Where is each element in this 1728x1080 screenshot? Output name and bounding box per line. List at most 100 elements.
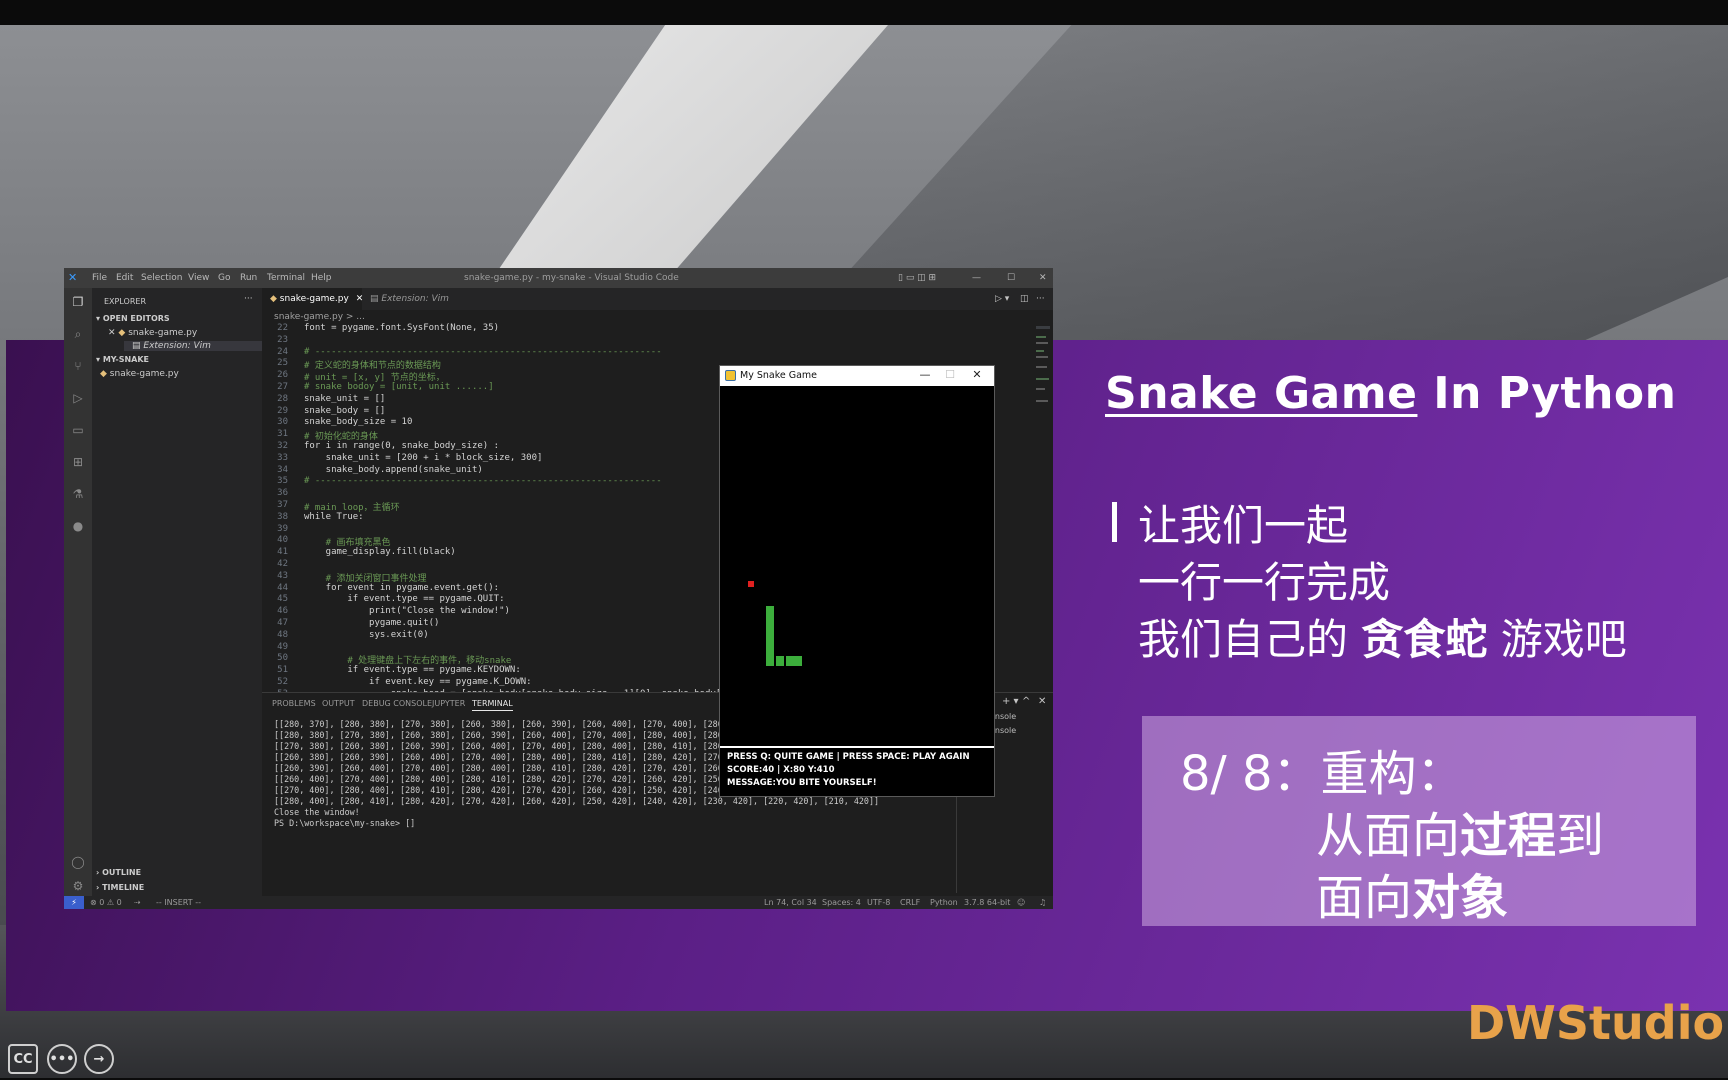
remote-explorer-icon[interactable]: ▭: [70, 422, 86, 438]
menu-help[interactable]: Help: [311, 273, 332, 283]
document-icon: ▤: [370, 294, 379, 304]
files-icon[interactable]: ❐: [70, 294, 86, 310]
snake-segment: [766, 636, 774, 646]
folder-label: MY-SNAKE: [102, 355, 150, 364]
tab-snake-game[interactable]: ◆ snake-game.py ✕: [262, 288, 363, 310]
code-line[interactable]: sys.exit(0): [304, 630, 429, 640]
next-video-button[interactable]: →: [84, 1044, 114, 1074]
code-line[interactable]: # snake bodoy = [unit, unit ......]: [304, 382, 494, 392]
live-share-icon[interactable]: ⇢: [134, 898, 141, 907]
cursor-position-status[interactable]: Ln 74, Col 34: [764, 898, 817, 907]
editor-tabs: ◆ snake-game.py ✕ ▤ Extension: Vim ▷ ▾ ◫…: [262, 288, 1053, 310]
code-line[interactable]: if event.type == pygame.QUIT:: [304, 594, 504, 604]
tab-terminal[interactable]: TERMINAL: [472, 699, 513, 711]
line-number: 42: [277, 559, 288, 569]
menu-selection[interactable]: Selection: [141, 273, 182, 283]
line-number: 31: [277, 429, 288, 440]
minimize-icon[interactable]: —: [972, 273, 981, 283]
code-line[interactable]: # --------------------------------------…: [304, 347, 662, 357]
timeline-section[interactable]: › TIMELINE: [96, 883, 144, 892]
panel-line-3a: 面向: [1316, 870, 1413, 926]
code-line[interactable]: snake_unit = [200 + i * block_size, 300]: [304, 453, 543, 463]
tab-debug-console[interactable]: DEBUG CONSOLE: [362, 699, 432, 708]
menu-file[interactable]: File: [92, 273, 107, 283]
line-number: 26: [277, 370, 288, 381]
close-panel-icon[interactable]: ✕: [1038, 696, 1046, 707]
outline-section[interactable]: › OUTLINE: [96, 868, 141, 877]
feedback-icon[interactable]: ☺: [1017, 898, 1025, 907]
line-number: 38: [277, 511, 288, 522]
settings-gear-icon[interactable]: ⚙: [70, 878, 86, 894]
code-line[interactable]: if event.type == pygame.KEYDOWN:: [304, 665, 520, 675]
line-number: 49: [277, 641, 288, 652]
search-icon[interactable]: ⌕: [70, 326, 86, 342]
game-canvas[interactable]: [720, 386, 994, 738]
slide-title-rest: In Python: [1417, 368, 1677, 419]
folder-file-item[interactable]: ◆ snake-game.py: [100, 369, 179, 379]
menu-edit[interactable]: Edit: [116, 273, 133, 283]
tab-problems[interactable]: PROBLEMS: [272, 699, 316, 708]
code-line[interactable]: # --------------------------------------…: [304, 476, 662, 486]
folder-header[interactable]: ▾ MY-SNAKE: [96, 355, 149, 364]
browser-icon[interactable]: ●: [70, 518, 86, 534]
code-line[interactable]: if event.key == pygame.K_DOWN:: [304, 677, 532, 687]
close-icon[interactable]: ✕: [1039, 273, 1047, 283]
game-minimize-icon[interactable]: —: [916, 368, 934, 381]
testing-icon[interactable]: ⚗: [70, 486, 86, 502]
layout-toggle-icon[interactable]: ▯ ▭ ◫ ⊞: [898, 273, 936, 283]
extensions-icon[interactable]: ⊞: [70, 454, 86, 470]
menu-terminal[interactable]: Terminal: [267, 273, 305, 283]
open-editor-item-2[interactable]: ▤ Extension: Vim: [124, 341, 262, 351]
breadcrumb[interactable]: snake-game.py > ...: [274, 312, 365, 322]
open-editors-header[interactable]: ▾ OPEN EDITORS: [96, 314, 170, 323]
vim-mode-status: -- INSERT --: [156, 898, 201, 907]
closed-captions-button[interactable]: CC: [8, 1044, 38, 1074]
editor-more-icon[interactable]: ···: [1028, 288, 1053, 310]
code-line[interactable]: while True:: [304, 512, 364, 522]
game-close-icon[interactable]: ✕: [968, 368, 986, 381]
problems-status[interactable]: ⊗ 0 ⚠ 0: [90, 898, 122, 907]
account-icon[interactable]: ◯: [70, 854, 86, 870]
indent-status[interactable]: Spaces: 4: [822, 898, 861, 907]
menu-go[interactable]: Go: [218, 273, 230, 283]
panel-line-3: 面向对象: [1316, 858, 1508, 928]
encoding-status[interactable]: UTF-8: [867, 898, 890, 907]
remote-icon[interactable]: ⚡: [64, 896, 84, 909]
more-options-button[interactable]: •••: [47, 1044, 77, 1074]
tab-extension-vim[interactable]: ▤ Extension: Vim: [362, 288, 460, 310]
tab-output[interactable]: OUTPUT: [322, 699, 355, 708]
code-line[interactable]: font = pygame.font.SysFont(None, 35): [304, 323, 499, 333]
maximize-panel-icon[interactable]: ^: [1022, 696, 1030, 707]
panel-line-3b: 对象: [1412, 870, 1509, 926]
code-line[interactable]: game_display.fill(black): [304, 547, 456, 557]
menu-run[interactable]: Run: [240, 273, 257, 283]
code-line[interactable]: pygame.quit(): [304, 618, 439, 628]
new-terminal-icon[interactable]: + ▾: [1002, 696, 1019, 707]
run-debug-icon[interactable]: ▷: [70, 390, 86, 406]
lead-line-1: 让我们一起: [1138, 501, 1349, 550]
notifications-bell-icon[interactable]: ♫: [1039, 898, 1046, 907]
maximize-icon[interactable]: ☐: [1007, 273, 1015, 283]
code-line[interactable]: for event in pygame.event.get():: [304, 583, 499, 593]
code-line[interactable]: snake_unit = []: [304, 394, 385, 404]
source-control-icon[interactable]: ⑂: [70, 358, 86, 374]
code-line[interactable]: snake_body = []: [304, 406, 385, 416]
terminal-line: [[280, 380], [270, 380], [260, 380], [26…: [274, 730, 769, 740]
menu-view[interactable]: View: [188, 273, 209, 283]
line-number: 25: [277, 358, 288, 369]
language-status[interactable]: Python: [930, 898, 958, 907]
explorer-more-icon[interactable]: ···: [244, 294, 253, 304]
open-editors-label: OPEN EDITORS: [102, 314, 170, 323]
code-line[interactable]: print("Close the window!"): [304, 606, 510, 616]
code-line[interactable]: snake_body.append(snake_unit): [304, 465, 483, 475]
open-editor-1-label: snake-game.py: [128, 328, 198, 338]
minimap[interactable]: [1036, 326, 1050, 426]
outline-label: OUTLINE: [102, 868, 142, 877]
tab-jupyter[interactable]: JUPYTER: [432, 699, 465, 708]
code-line[interactable]: snake_body_size = 10: [304, 417, 412, 427]
code-line[interactable]: for i in range(0, snake_body_size) :: [304, 441, 499, 451]
eol-status[interactable]: CRLF: [900, 898, 920, 907]
open-editor-item-1[interactable]: ✕ ◆ snake-game.py: [108, 328, 197, 338]
game-maximize-icon[interactable]: ☐: [941, 368, 959, 381]
interpreter-status[interactable]: 3.7.8 64-bit: [964, 898, 1010, 907]
